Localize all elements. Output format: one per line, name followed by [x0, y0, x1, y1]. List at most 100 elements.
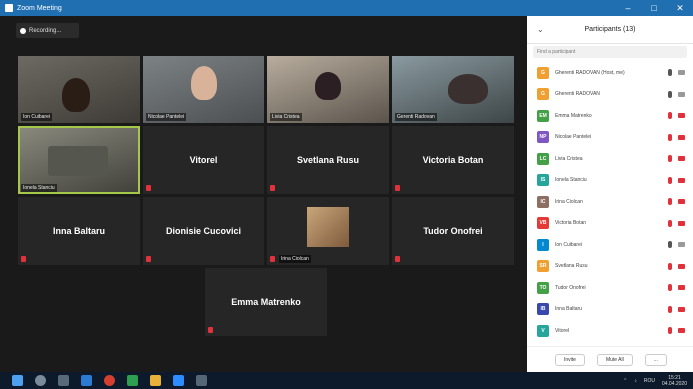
camera-off-icon[interactable] [678, 156, 685, 162]
camera-off-icon[interactable] [678, 285, 685, 291]
muted-mic-icon[interactable] [668, 133, 672, 141]
participant-name: Tudor Onofrei [555, 284, 586, 291]
participant-search-input[interactable]: Find a participant [533, 46, 687, 58]
windows-start-icon[interactable] [12, 375, 23, 386]
more-button[interactable]: ... [644, 353, 667, 366]
name-tile[interactable]: Tudor Onofrei [392, 197, 514, 265]
participant-status [668, 305, 685, 313]
tile-name: Gerenti Radovan [395, 113, 437, 121]
system-tray: ⌃ ♪ ROU 15:21 04.04.2020 [623, 375, 687, 387]
recording-indicator[interactable]: Recording... [16, 23, 79, 38]
tile-name: Nicolae Pantelei [146, 113, 187, 121]
zoom-taskbar-icon[interactable] [173, 375, 184, 386]
name-tile[interactable]: Dionisie Cucovici [143, 197, 264, 265]
language-indicator[interactable]: ROU [644, 378, 655, 384]
muted-mic-icon [270, 185, 275, 191]
muted-mic-icon[interactable] [668, 305, 672, 313]
participant-video-image [315, 72, 341, 100]
participant-name: Irina Ciolcan [555, 198, 583, 205]
muted-mic-icon[interactable] [668, 176, 672, 184]
tile-name: Livia Cristea [270, 113, 302, 121]
participant-name: Victoria Botan [422, 155, 484, 165]
profile-photo [307, 207, 349, 247]
chrome-icon[interactable] [104, 375, 115, 386]
camera-off-icon[interactable] [678, 220, 685, 226]
muted-mic-icon[interactable] [668, 198, 672, 206]
muted-mic-icon[interactable] [668, 327, 672, 335]
participant-row[interactable]: IC Irina Ciolcan [527, 191, 693, 213]
search-icon[interactable] [35, 375, 46, 386]
camera-off-icon[interactable] [678, 328, 685, 334]
mic-icon[interactable] [668, 90, 672, 98]
invite-button[interactable]: Invite [555, 353, 585, 366]
word-icon[interactable] [81, 375, 92, 386]
video-tile[interactable]: Gerenti Radovan [392, 56, 514, 123]
name-tile[interactable]: Victoria Botan [392, 126, 514, 194]
muted-mic-icon[interactable] [668, 219, 672, 227]
app-icon[interactable] [196, 375, 207, 386]
muted-mic-icon[interactable] [668, 284, 672, 292]
tile-name: Ion Cuibarei [21, 113, 52, 121]
camera-off-icon[interactable] [678, 263, 685, 269]
task-view-icon[interactable] [58, 375, 69, 386]
participant-row[interactable]: IS Ionela Stanciu [527, 170, 693, 192]
participant-name: Livia Cristea [555, 155, 583, 162]
photo-tile[interactable]: Irina Ciolcan [267, 197, 389, 265]
participant-row[interactable]: SR Svetlana Rusu [527, 256, 693, 278]
avatar: SR [537, 260, 549, 273]
participant-row[interactable]: G Gherenti RADOVAN [527, 84, 693, 106]
panel-title: Participants (13) [584, 26, 636, 33]
clock[interactable]: 15:21 04.04.2020 [662, 375, 687, 387]
muted-mic-icon [270, 256, 275, 262]
participant-row[interactable]: TO Tudor Onofrei [527, 277, 693, 299]
camera-off-icon[interactable] [678, 134, 685, 140]
participant-row[interactable]: G Gherenti RADOVAN (Host, me) [527, 62, 693, 84]
maximize-icon[interactable]: □ [641, 0, 667, 16]
video-tile-active-speaker[interactable]: Ionela Stanciu [18, 126, 140, 194]
camera-off-icon[interactable] [678, 113, 685, 119]
mute-all-button[interactable]: Mute All [596, 353, 633, 366]
participant-row[interactable]: LC Livia Cristea [527, 148, 693, 170]
camera-off-icon[interactable] [678, 177, 685, 183]
name-tile[interactable]: Inna Baltaru [18, 197, 140, 265]
video-tile[interactable]: Ion Cuibarei [18, 56, 140, 123]
video-tile[interactable]: Nicolae Pantelei [143, 56, 264, 123]
folder-icon[interactable] [150, 375, 161, 386]
camera-icon[interactable] [678, 91, 685, 97]
volume-icon[interactable]: ♪ [634, 378, 637, 384]
participant-row[interactable]: VB Victoria Botan [527, 213, 693, 235]
name-tile[interactable]: Svetlana Rusu [267, 126, 389, 194]
participant-row[interactable]: IB Inna Baltaru [527, 299, 693, 321]
participant-row[interactable]: EM Emma Matrenko [527, 105, 693, 127]
mic-icon[interactable] [668, 69, 672, 77]
camera-off-icon[interactable] [678, 306, 685, 312]
name-tile[interactable]: Emma Matrenko [205, 268, 327, 336]
participant-row[interactable]: NP Nicolae Pantelei [527, 127, 693, 149]
name-tile[interactable]: Vitorel [143, 126, 264, 194]
muted-mic-icon[interactable] [668, 112, 672, 120]
participant-name: Inna Baltaru [52, 226, 105, 236]
participant-status [668, 241, 685, 249]
participant-row[interactable]: V Vitorel [527, 320, 693, 342]
network-icon[interactable]: ⌃ [623, 378, 627, 384]
minimize-icon[interactable]: – [615, 0, 641, 16]
participant-list: G Gherenti RADOVAN (Host, me) G Gherenti RA… [527, 62, 693, 342]
muted-mic-icon [21, 256, 26, 262]
chevron-down-icon[interactable]: ⌄ [537, 25, 544, 34]
avatar: VB [537, 217, 549, 230]
camera-icon[interactable] [678, 70, 685, 76]
camera-icon[interactable] [678, 242, 685, 248]
video-tile[interactable]: Livia Cristea [267, 56, 389, 123]
camera-off-icon[interactable] [678, 199, 685, 205]
excel-icon[interactable] [127, 375, 138, 386]
participant-name: Victoria Botan [555, 220, 587, 227]
muted-mic-icon[interactable] [668, 262, 672, 270]
avatar: TO [537, 281, 549, 294]
mic-icon[interactable] [668, 241, 672, 249]
close-icon[interactable]: ✕ [667, 0, 693, 16]
tile-name: Ionela Stanciu [21, 184, 57, 192]
participant-row[interactable]: I Ion Cuibarei [527, 234, 693, 256]
video-gallery: Recording... Ion Cuibarei Nicolae Pantel… [0, 16, 527, 372]
recording-label: Recording... [29, 27, 62, 34]
muted-mic-icon[interactable] [668, 155, 672, 163]
